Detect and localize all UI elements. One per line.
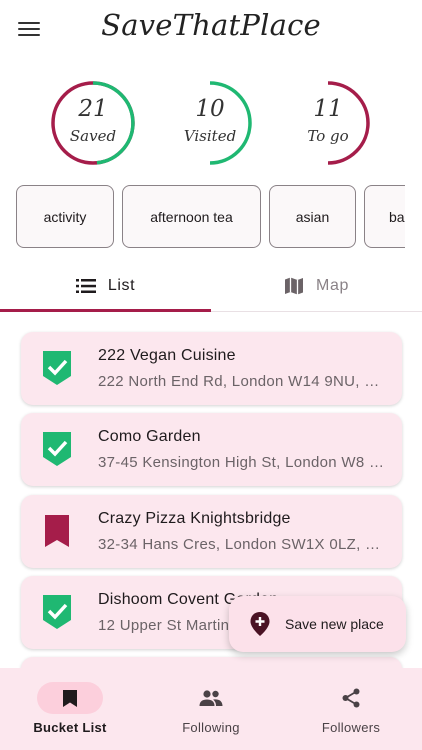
visited-progress-arc: [209, 81, 252, 165]
tab-list-label: List: [107, 277, 136, 294]
stat-visited-label: Visited: [183, 127, 237, 145]
stat-saved[interactable]: 21 Saved: [48, 78, 138, 168]
bottom-navigation: Bucket List Following Followers: [0, 668, 422, 750]
place-address: 32-34 Hans Cres, London SW1X 0LZ, United…: [98, 536, 385, 553]
add-location-icon: [250, 612, 270, 636]
saved-progress-ring: [51, 81, 135, 165]
place-card[interactable]: 222 Vegan Cuisine 222 North End Rd, Lond…: [21, 332, 402, 405]
category-chips: activity afternoon tea asian ba: [16, 185, 405, 249]
visited-check-badge-icon: [43, 351, 71, 385]
place-name: Como Garden: [98, 428, 201, 445]
stat-saved-label: Saved: [69, 127, 117, 145]
stat-to-go[interactable]: 11 To go: [283, 78, 373, 168]
list-icon: [75, 279, 96, 293]
app-title: SaveThatPlace: [101, 8, 321, 42]
nav-bucket-list-label: Bucket List: [33, 720, 107, 735]
app-bar: SaveThatPlace: [0, 0, 422, 58]
people-icon: [199, 690, 223, 706]
chip-activity[interactable]: activity: [16, 185, 114, 248]
place-name: 222 Vegan Cuisine: [98, 347, 236, 364]
nav-active-indicator: [37, 682, 103, 714]
stat-saved-value: 21: [78, 96, 108, 122]
save-new-place-label: Save new place: [285, 616, 384, 632]
nav-followers-label: Followers: [321, 720, 381, 735]
stat-to-go-label: To go: [307, 127, 349, 145]
bookmark-icon: [45, 515, 69, 547]
share-icon: [342, 688, 360, 708]
stats-row: 21 Saved 10 Visited 11 To go: [0, 78, 422, 168]
bookmark-icon: [63, 689, 77, 707]
place-name: Crazy Pizza Knightsbridge: [98, 510, 291, 527]
chip-partial[interactable]: ba: [364, 185, 405, 248]
place-card[interactable]: Como Garden 37-45 Kensington High St, Lo…: [21, 413, 402, 486]
view-tabs: List Map: [0, 262, 422, 312]
stat-to-go-value: 11: [313, 96, 343, 122]
place-address: 37-45 Kensington High St, London W8 5ED,…: [98, 454, 385, 471]
visited-check-badge-icon: [43, 432, 71, 466]
chip-afternoon-tea[interactable]: afternoon tea: [122, 185, 261, 248]
chip-asian[interactable]: asian: [269, 185, 356, 248]
nav-following[interactable]: Following: [141, 668, 281, 750]
tab-list[interactable]: List: [0, 262, 211, 310]
visited-check-badge-icon: [43, 595, 71, 629]
nav-following-label: Following: [182, 720, 240, 735]
save-new-place-button[interactable]: Save new place: [229, 596, 406, 652]
nav-followers[interactable]: Followers: [281, 668, 421, 750]
to-go-progress-arc: [327, 81, 370, 165]
place-card[interactable]: [21, 657, 402, 668]
tab-map-label: Map: [316, 277, 349, 294]
tab-map[interactable]: Map: [211, 262, 422, 310]
place-card[interactable]: Crazy Pizza Knightsbridge 32-34 Hans Cre…: [21, 495, 402, 568]
active-tab-indicator: [0, 309, 211, 312]
stat-visited[interactable]: 10 Visited: [165, 78, 255, 168]
stat-visited-value: 10: [195, 96, 225, 122]
map-icon: [285, 277, 304, 295]
nav-bucket-list[interactable]: Bucket List: [0, 668, 140, 750]
place-address: 222 North End Rd, London W14 9NU, United…: [98, 373, 385, 390]
